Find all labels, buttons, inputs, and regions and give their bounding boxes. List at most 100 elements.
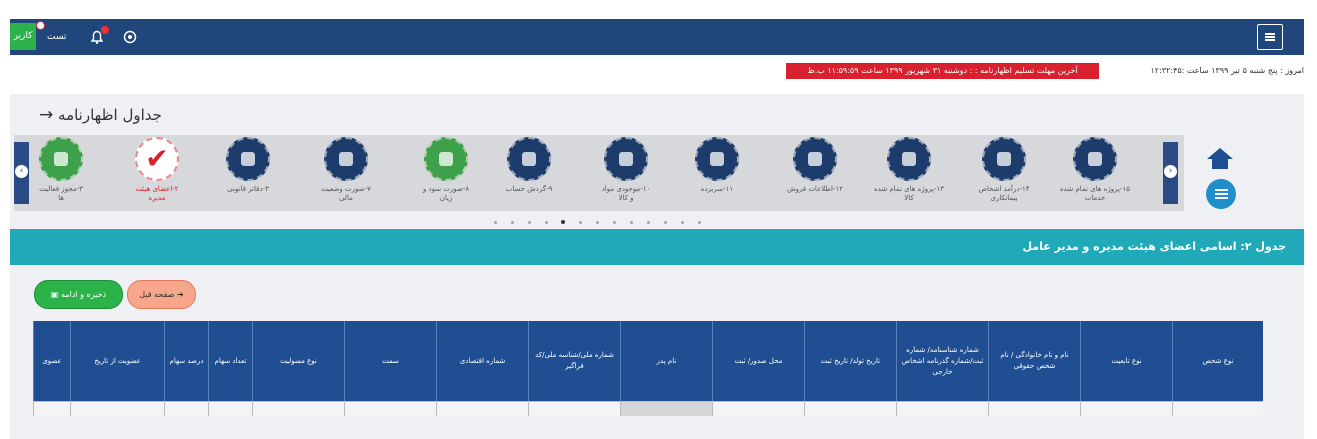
column-header[interactable]: شماره ملی/شناسه ملی/کد فراگیر [528,321,620,401]
carousel-dot[interactable] [698,221,701,224]
carousel-item-13[interactable]: ۱۳-پروژه های تمام شده کالا [864,137,954,203]
scale-icon [424,137,468,181]
carousel-dot[interactable] [494,221,497,224]
column-header[interactable]: نام و نام خانوادگی / نام شخص حقوقی [988,321,1080,401]
carousel-item-14[interactable]: ۱۴-درآمد اشخاص پیمانکاری [959,137,1049,203]
carousel-dot[interactable] [681,221,684,224]
carousel-item-8[interactable]: ۸-صورت سود و زیان [401,137,491,203]
table-cell[interactable] [252,402,344,416]
home-icon[interactable] [1207,148,1233,170]
table-cell[interactable] [436,402,528,416]
carousel-item-label: ۸-صورت سود و زیان [422,185,470,202]
carousel-dot[interactable] [545,221,548,224]
current-datetime: امروز : پنج شنبه ۵ تیر ۱۳۹۹ ساعت :۱۲:۳۲:… [1150,66,1305,75]
carousel-dot[interactable] [613,221,616,224]
calculator-icon [324,137,368,181]
table-header: نوع شخص نوع تابعیت نام و نام خانوادگی / … [33,321,1263,401]
save-continue-button[interactable]: ذخیره و ادامه ▣ [34,280,123,309]
table-cell[interactable] [164,402,208,416]
hamburger-icon[interactable] [1257,24,1283,50]
table-cell[interactable] [988,402,1080,416]
carousel-item-12[interactable]: ۱۲-اطلاعات فروش [770,137,860,194]
table-cell[interactable] [1172,402,1263,416]
carousel-item-label: ۹-گردش حساب [505,185,553,193]
books-icon [226,137,270,181]
carousel-dot[interactable] [528,221,531,224]
page-title-text: جداول اظهارنامه [58,106,162,124]
arrow-right-icon[interactable]: → [39,105,53,125]
online-indicator [36,21,45,30]
carousel-item-2[interactable]: ✔ ۲-اعضای هیئت مدیره [112,137,202,203]
column-header[interactable]: عضویت از تاریخ [70,321,164,401]
carousel-item-15[interactable]: ۱۵-پروژه های تمام شده خدمات [1050,137,1140,203]
table-cell[interactable] [70,402,164,416]
notification-badge [101,26,109,34]
carousel-item-label: ۱۳-پروژه های تمام شده کالا [874,185,944,202]
carousel-dot[interactable] [664,221,667,224]
column-header[interactable]: نوع تابعیت [1080,321,1172,401]
carousel-next-button[interactable]: › [1163,142,1178,204]
money-icon [695,137,739,181]
status-row: آخرین مهلت تسلیم اظهارنامه : : دوشنبه ۳۱… [10,59,1304,85]
gear-icon[interactable] [122,29,138,45]
carousel-item-label: ۱۴-درآمد اشخاص پیمانکاری [978,185,1030,202]
carousel-item-label: ۳-مجوز فعالیت ها [39,185,83,202]
table-cell[interactable] [1080,402,1172,416]
carousel-item-3b[interactable]: ۳-دفاتر قانونی [203,137,293,194]
document-icon [982,137,1026,181]
top-navbar: کاربر تست [10,19,1304,55]
seller-icon [793,137,837,181]
username-label[interactable]: تست [47,19,66,55]
column-header[interactable]: محل صدور/ ثبت [712,321,804,401]
column-header[interactable]: درصد سهام [164,321,208,401]
carousel-item-7[interactable]: ۷-صورت وضعیت مالی [301,137,391,203]
carousel-dot-active[interactable] [561,220,565,224]
exchange-icon [507,137,551,181]
invoice-icon [887,137,931,181]
carousel-dot[interactable] [579,221,582,224]
column-header[interactable]: نام پدر [620,321,712,401]
table-cell[interactable] [344,402,436,416]
column-header[interactable]: تعداد سهام [208,321,252,401]
table-cell[interactable] [208,402,252,416]
board-members-table: نوع شخص نوع تابعیت نام و نام خانوادگی / … [33,321,1263,439]
carousel-item-label: ۱۱-سربرده [700,185,734,193]
carousel-dot[interactable] [596,221,599,224]
chevron-right-icon: › [1164,165,1177,178]
carousel-item-label: ۱۰-موجودی مواد و کالا [601,185,651,202]
carousel-item-11[interactable]: ۱۱-سربرده [672,137,762,194]
table-cell[interactable] [33,402,70,416]
column-header[interactable]: شماره اقتصادی [436,321,528,401]
user-button[interactable]: کاربر [10,23,36,50]
column-header[interactable]: سمت [344,321,436,401]
table-cell[interactable] [620,402,712,416]
column-header[interactable]: نوع مسولیت [252,321,344,401]
column-header[interactable]: شماره شناسنامه/ شماره ثبت/شماره گذرنامه … [896,321,988,401]
carousel-dot[interactable] [630,221,633,224]
table-cell[interactable] [804,402,896,416]
inventory-icon [604,137,648,181]
carousel-dot[interactable] [511,221,514,224]
list-icon[interactable] [1206,179,1236,209]
carousel-item-3[interactable]: ۳-مجوز فعالیت ها [16,137,106,203]
column-header[interactable]: عضوی [33,321,70,401]
carousel-item-10[interactable]: ۱۰-موجودی مواد و کالا [581,137,671,203]
table-cell[interactable] [528,402,620,416]
table-cell[interactable] [712,402,804,416]
arrow-circle-icon: ➜ [174,290,184,299]
license-icon [39,137,83,181]
carousel-item-label: ۳-دفاتر قانونی [227,185,269,193]
carousel-item-label: ۱۵-پروژه های تمام شده خدمات [1060,185,1130,202]
column-header[interactable]: نوع شخص [1172,321,1263,401]
page-title: → جداول اظهارنامه [33,105,162,125]
buildings-icon [1073,137,1117,181]
floppy-icon: ▣ [50,290,62,299]
section-header: جدول ۲: اسامی اعضای هیئت مدیره و مدیر عا… [10,229,1304,265]
carousel-dot[interactable] [647,221,650,224]
table-cell[interactable] [896,402,988,416]
carousel-item-9[interactable]: ۹-گردش حساب [484,137,574,194]
section-title: جدول ۲: اسامی اعضای هیئت مدیره و مدیر عا… [1022,240,1286,253]
column-header[interactable]: تاریخ تولد/ تاریخ ثبت [804,321,896,401]
carousel-item-label: ۲-اعضای هیئت مدیره [135,185,179,202]
prev-page-button[interactable]: ➜ صفحه قبل [127,280,196,309]
